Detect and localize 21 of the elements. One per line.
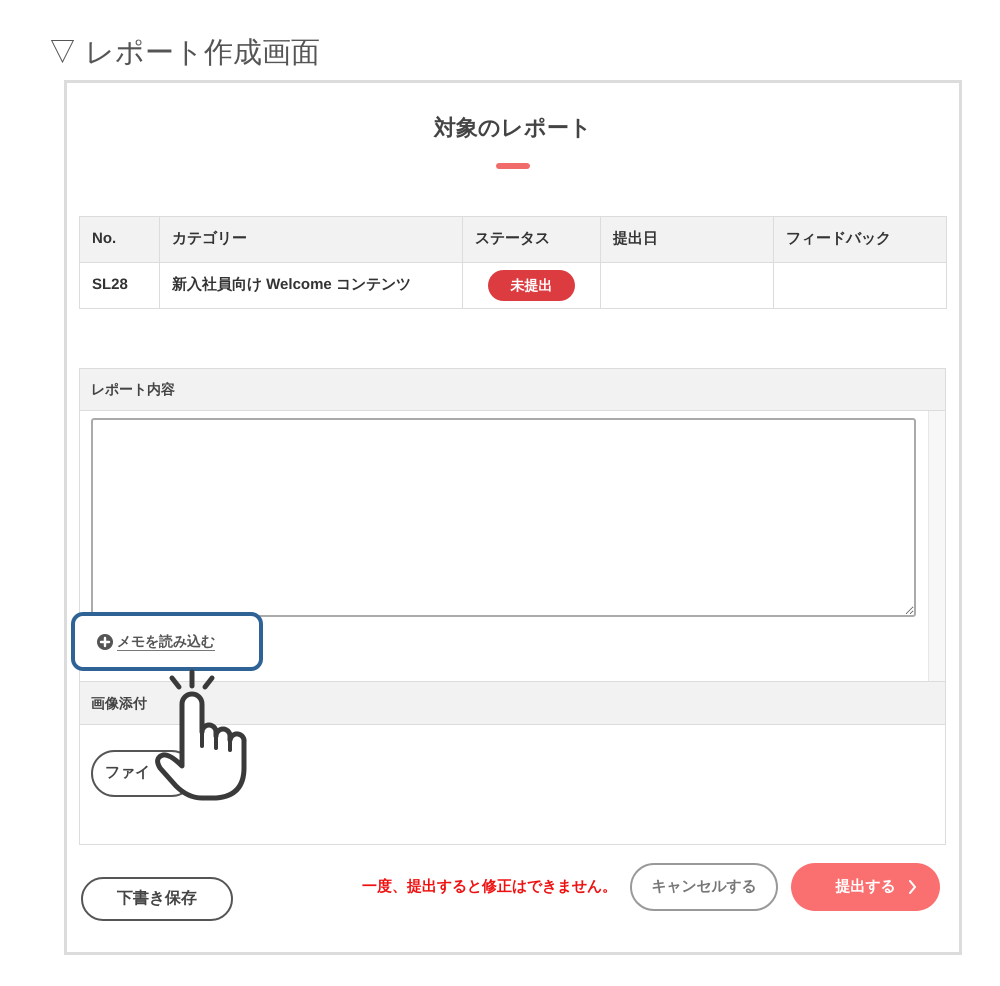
- load-memo-link[interactable]: メモを読み込む: [117, 631, 215, 652]
- section-header: レポート内容: [80, 369, 945, 411]
- table-header-cell: 提出日: [600, 216, 774, 262]
- report-textarea[interactable]: [91, 418, 916, 617]
- section-header: 画像添付: [80, 682, 945, 725]
- warning-text: 一度、提出すると修正はできません。: [362, 876, 617, 897]
- status-badge: 未提出: [488, 270, 575, 301]
- chevron-right-icon: [908, 880, 917, 894]
- save-draft-button[interactable]: 下書き保存: [81, 877, 233, 921]
- table-header-cell: フィードバック: [774, 216, 946, 262]
- plus-circle-icon: [97, 634, 113, 650]
- page-title: 対象のレポート: [434, 114, 592, 142]
- page-caption: ▽ レポート作成画面: [48, 37, 320, 69]
- scrollbar-track[interactable]: [928, 411, 945, 681]
- table-header-cell: ステータス: [462, 216, 600, 262]
- table-header-cell: No.: [80, 216, 160, 262]
- table-cell: SL28: [80, 262, 160, 308]
- cancel-button[interactable]: キャンセルする: [630, 863, 778, 911]
- table-cell: 新入社員向け Welcome コンテンツ: [160, 262, 462, 308]
- table-header-cell: カテゴリー: [160, 216, 462, 262]
- title-accent-bar: [496, 163, 530, 169]
